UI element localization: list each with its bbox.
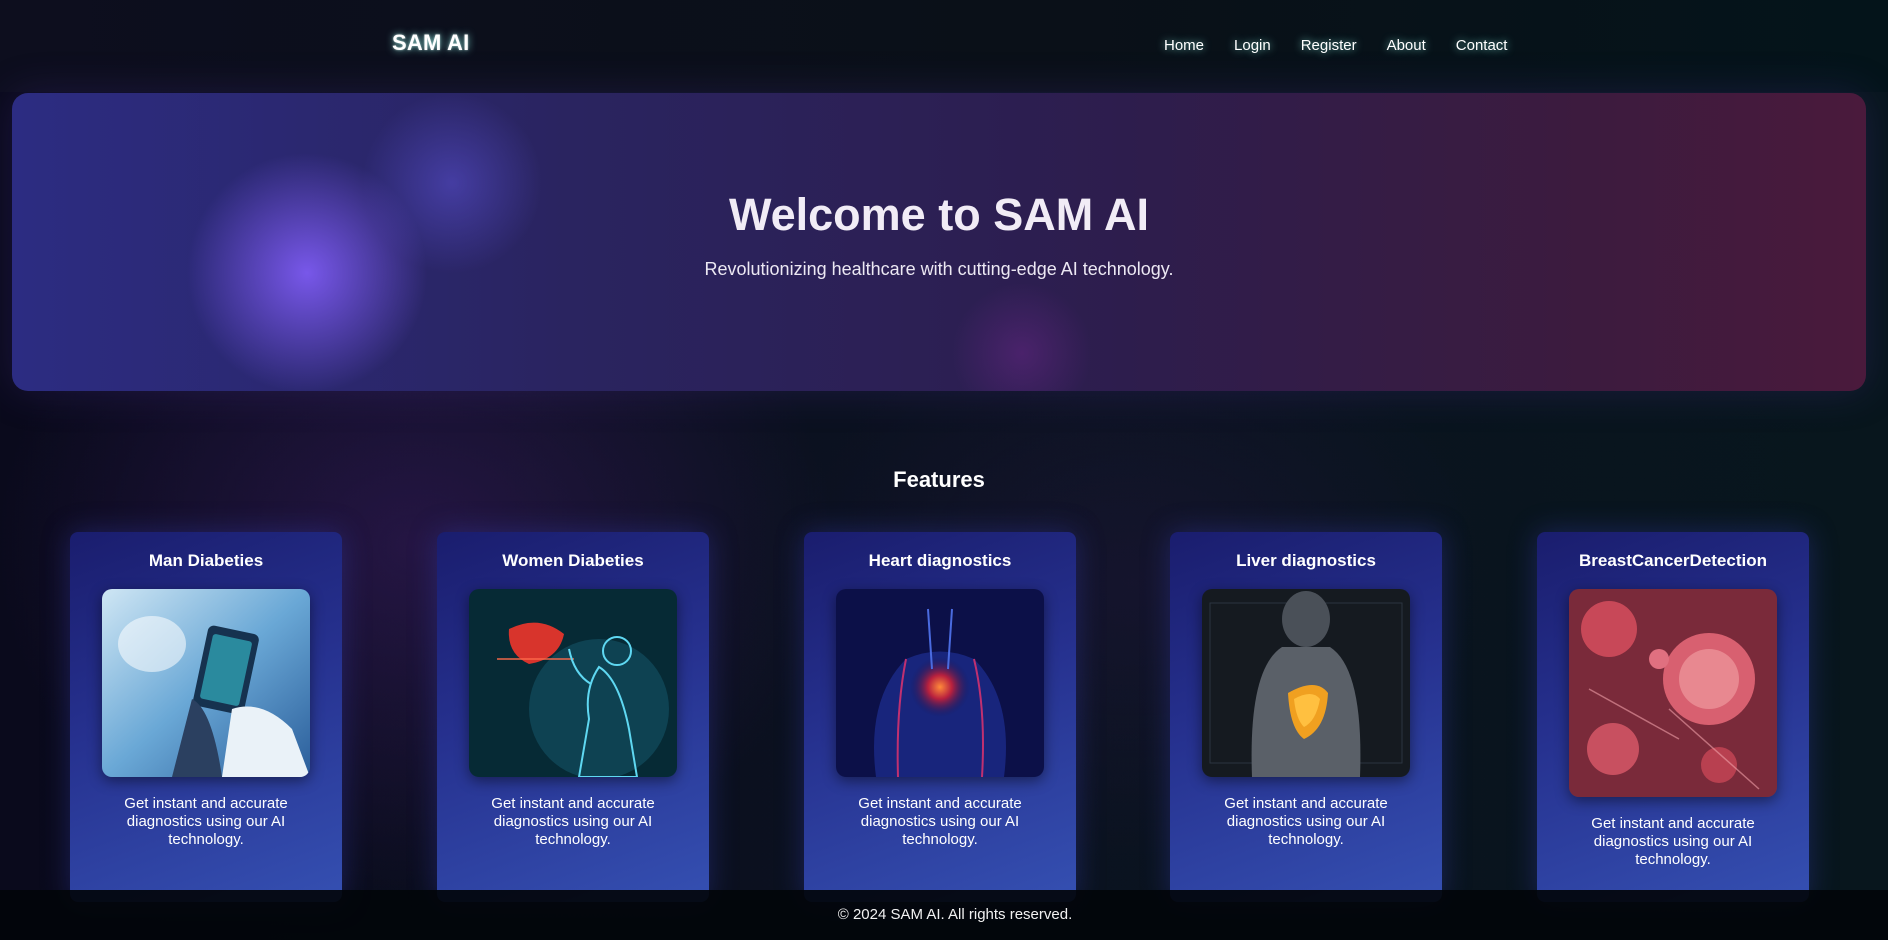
hero-banner: Welcome to SAM AI Revolutionizing health… (12, 93, 1866, 391)
feature-card-women-diabetes[interactable]: Women Diabeties Get instant and accurate… (437, 532, 709, 902)
feature-card-liver-diagnostics[interactable]: Liver diagnostics Get instant and accura… (1170, 532, 1442, 902)
card-title: BreastCancerDetection (1578, 551, 1767, 570)
card-title: Heart diagnostics (868, 551, 1012, 570)
card-image-liver-diagnostics (1202, 589, 1410, 777)
card-image-breast-cancer-detection (1569, 589, 1777, 797)
brand-logo[interactable]: SAM AI (392, 30, 469, 56)
hero-subtitle: Revolutionizing healthcare with cutting-… (704, 259, 1174, 279)
card-description: Get instant and accurate diagnostics usi… (1591, 815, 1755, 868)
features-heading: Features (893, 467, 985, 492)
card-title: Liver diagnostics (1236, 551, 1376, 570)
nav-link-login[interactable]: Login (1234, 37, 1271, 54)
card-description: Get instant and accurate diagnostics usi… (858, 795, 1022, 848)
card-image-man-diabetes (102, 589, 310, 777)
nav-link-register[interactable]: Register (1301, 37, 1357, 54)
footer: © 2024 SAM AI. All rights reserved. (0, 890, 1888, 940)
nav-links: Home Login Register About Contact (1164, 37, 1537, 54)
nav-link-home[interactable]: Home (1164, 37, 1204, 54)
card-title: Man Diabeties (148, 551, 264, 570)
hero-title: Welcome to SAM AI (728, 189, 1150, 240)
card-description: Get instant and accurate diagnostics usi… (491, 795, 655, 848)
nav-link-about[interactable]: About (1387, 37, 1426, 54)
card-description: Get instant and accurate diagnostics usi… (1224, 795, 1388, 848)
feature-card-breast-cancer-detection[interactable]: BreastCancerDetection Get instant and ac… (1537, 532, 1809, 902)
nav-link-contact[interactable]: Contact (1456, 37, 1508, 54)
feature-card-heart-diagnostics[interactable]: Heart diagnostics Get instant and accura… (804, 532, 1076, 902)
footer-copyright: © 2024 SAM AI. All rights reserved. (837, 906, 1073, 923)
card-title: Women Diabeties (502, 551, 644, 570)
card-description: Get instant and accurate diagnostics usi… (124, 795, 288, 848)
navbar: SAM AI Home Login Register About Contact (0, 0, 1888, 92)
feature-card-man-diabetes[interactable]: Man Diabeties Get instant and accurate d… (70, 532, 342, 902)
card-image-women-diabetes (469, 589, 677, 777)
card-image-heart-diagnostics (836, 589, 1044, 777)
